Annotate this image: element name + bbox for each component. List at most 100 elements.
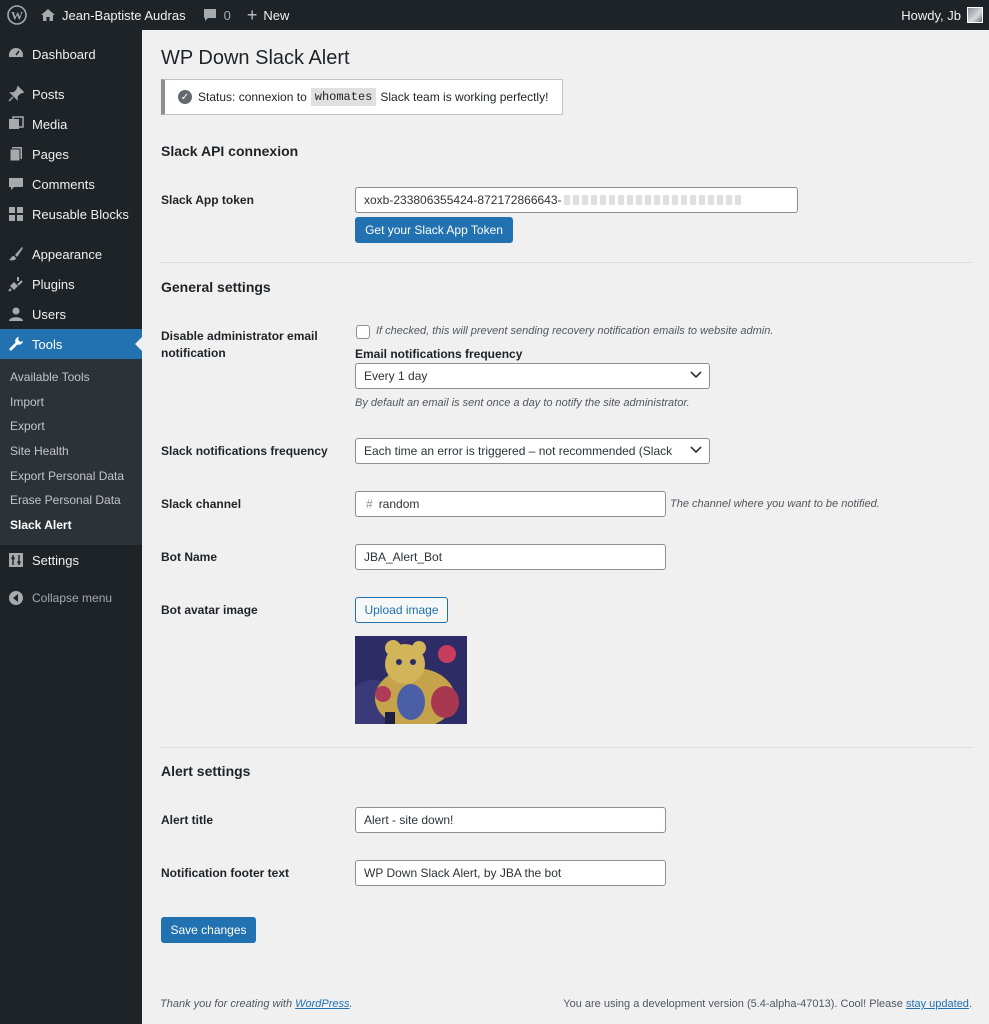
- media-icon: [8, 116, 24, 132]
- site-name-link[interactable]: Jean-Baptiste Audras: [32, 0, 194, 30]
- menu-label-posts: Posts: [32, 86, 65, 102]
- chevron-down-icon: [689, 443, 703, 457]
- menu-item-posts[interactable]: Posts: [0, 79, 142, 109]
- collapse-arrow-icon: [8, 590, 24, 606]
- menu-item-pages[interactable]: Pages: [0, 139, 142, 169]
- channel-label: Slack channel: [161, 497, 242, 511]
- token-label: Slack App token: [161, 193, 254, 207]
- slack-frequency-select[interactable]: Each time an error is triggered – not re…: [355, 438, 710, 464]
- save-changes-button[interactable]: Save changes: [161, 917, 256, 943]
- upload-image-button[interactable]: Upload image: [355, 597, 448, 623]
- section-title-general: General settings: [161, 279, 271, 295]
- submenu-item-import[interactable]: Import: [0, 390, 142, 415]
- admin-bar: W Jean-Baptiste Audras 0 + New Howdy, Jb: [0, 0, 989, 30]
- comment-icon: [202, 8, 218, 23]
- menu-label-settings: Settings: [32, 552, 79, 568]
- submenu-item-site-health[interactable]: Site Health: [0, 439, 142, 464]
- chevron-down-icon: [689, 368, 703, 382]
- notice-prefix: Status: connexion to: [198, 90, 307, 104]
- avatar-label: Bot avatar image: [161, 603, 258, 617]
- submenu-item-export-personal-data[interactable]: Export Personal Data: [0, 463, 142, 488]
- menu-item-appearance[interactable]: Appearance: [0, 239, 142, 269]
- notice-team-name: whomates: [310, 88, 377, 106]
- bot-name-value: JBA_Alert_Bot: [364, 550, 443, 564]
- footer-thanks: Thank you for creating with WordPress.: [160, 998, 353, 1010]
- menu-label-appearance: Appearance: [32, 246, 103, 262]
- hash-icon: #: [366, 497, 373, 511]
- menu-label-users: Users: [32, 306, 66, 322]
- wordpress-logo-icon[interactable]: W: [2, 0, 32, 30]
- alert-title-value: Alert - site down!: [364, 813, 454, 827]
- email-frequency-select[interactable]: Every 1 day: [355, 363, 710, 389]
- section-title-api: Slack API connexion: [161, 143, 299, 159]
- stay-updated-link[interactable]: stay updated: [906, 998, 969, 1010]
- footer-thanks-prefix: Thank you for creating with: [160, 998, 293, 1010]
- footer-text-value: WP Down Slack Alert, by JBA the bot: [364, 866, 562, 880]
- footer-text-input[interactable]: WP Down Slack Alert, by JBA the bot: [355, 860, 666, 886]
- site-name: Jean-Baptiste Audras: [62, 7, 186, 23]
- pages-icon: [8, 146, 24, 162]
- status-notice: ✓ Status: connexion to whomates Slack te…: [161, 79, 563, 115]
- howdy-text: Howdy, Jb: [901, 7, 961, 23]
- submenu-item-export[interactable]: Export: [0, 414, 142, 439]
- menu-item-comments[interactable]: Comments: [0, 169, 142, 199]
- submenu-item-slack-alert[interactable]: Slack Alert: [0, 513, 142, 538]
- new-content-link[interactable]: + New: [239, 0, 298, 30]
- menu-label-comments: Comments: [32, 176, 95, 192]
- new-label: New: [263, 7, 290, 23]
- token-input[interactable]: xoxb-233806355424-872172866643-: [355, 187, 798, 213]
- slack-frequency-value: Each time an error is triggered – not re…: [364, 444, 673, 458]
- footer-text-label: Notification footer text: [161, 866, 289, 880]
- menu-label-tools: Tools: [32, 336, 63, 352]
- token-redacted: [563, 195, 744, 205]
- disable-email-label: Disable administrator email notification: [161, 329, 318, 360]
- menu-item-reusable-blocks[interactable]: Reusable Blocks: [0, 199, 142, 229]
- divider: [161, 747, 972, 748]
- menu-item-users[interactable]: Users: [0, 299, 142, 329]
- plus-icon: +: [246, 5, 258, 25]
- submenu-item-available-tools[interactable]: Available Tools: [0, 365, 142, 390]
- menu-item-tools[interactable]: Tools: [0, 329, 142, 359]
- main-content: WP Down Slack Alert ✓ Status: connexion …: [142, 30, 989, 1024]
- channel-input[interactable]: # random: [355, 491, 666, 517]
- tools-submenu: Available Tools Import Export Site Healt…: [0, 359, 142, 546]
- wordpress-link[interactable]: WordPress: [295, 998, 349, 1010]
- plugin-icon: [8, 276, 24, 292]
- channel-description: The channel where you want to be notifie…: [670, 498, 880, 510]
- bot-name-label: Bot Name: [161, 550, 218, 564]
- admin-menu: Dashboard Posts Media Pages Comments Reu…: [0, 30, 142, 1024]
- menu-item-media[interactable]: Media: [0, 109, 142, 139]
- token-value: xoxb-233806355424-872172866643-: [364, 193, 562, 207]
- blocks-icon: [8, 206, 24, 222]
- comments-link[interactable]: 0: [194, 0, 239, 30]
- home-icon: [40, 8, 56, 22]
- collapse-menu-button[interactable]: Collapse menu: [0, 581, 142, 615]
- email-frequency-description: By default an email is sent once a day t…: [355, 397, 690, 409]
- dashboard-icon: [8, 46, 24, 62]
- menu-item-plugins[interactable]: Plugins: [0, 269, 142, 299]
- paintbrush-icon: [8, 246, 24, 262]
- user-icon: [8, 306, 24, 322]
- slack-frequency-label: Slack notifications frequency: [161, 444, 328, 458]
- bot-name-input[interactable]: JBA_Alert_Bot: [355, 544, 666, 570]
- menu-item-settings[interactable]: Settings: [0, 545, 142, 575]
- section-title-alert: Alert settings: [161, 763, 251, 779]
- comment-icon: [8, 176, 24, 192]
- submenu-item-erase-personal-data[interactable]: Erase Personal Data: [0, 488, 142, 513]
- avatar: [967, 7, 983, 23]
- email-frequency-label: Email notifications frequency: [355, 347, 523, 361]
- alert-title-input[interactable]: Alert - site down!: [355, 807, 666, 833]
- disable-email-checkbox[interactable]: [356, 325, 370, 339]
- menu-label-pages: Pages: [32, 146, 69, 162]
- channel-value: random: [378, 497, 420, 511]
- account-menu[interactable]: Howdy, Jb: [893, 0, 989, 30]
- pushpin-icon: [8, 86, 24, 102]
- notice-suffix: Slack team is working perfectly!: [380, 90, 549, 104]
- get-token-button[interactable]: Get your Slack App Token: [355, 217, 513, 243]
- menu-item-dashboard[interactable]: Dashboard: [0, 39, 142, 69]
- comments-count: 0: [223, 7, 231, 23]
- page-title: WP Down Slack Alert: [161, 47, 350, 69]
- menu-label-media: Media: [32, 116, 68, 132]
- wrench-icon: [8, 336, 24, 352]
- settings-icon: [8, 552, 24, 568]
